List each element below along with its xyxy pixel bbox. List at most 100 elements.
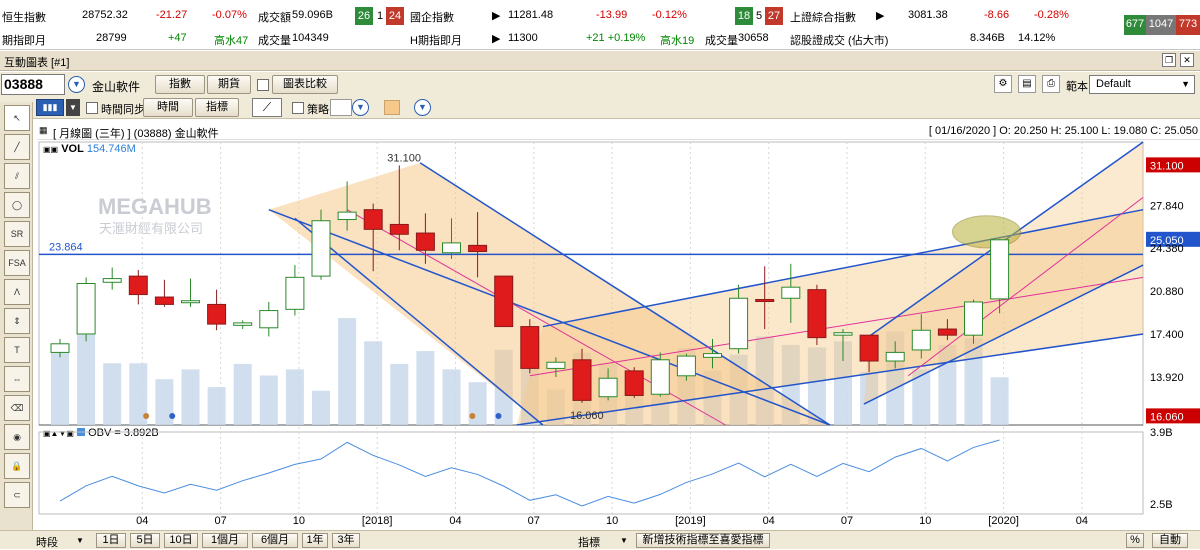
period-6m-button[interactable]: 6個月 <box>252 533 298 548</box>
advance-badge-2: 18 <box>735 7 753 25</box>
candle-body[interactable] <box>233 322 253 326</box>
percent-button[interactable]: % <box>1126 533 1144 548</box>
candle-body[interactable] <box>729 297 749 350</box>
compare-button[interactable]: 圖表比較 <box>272 75 338 94</box>
settings-icon[interactable]: ⚙ <box>994 75 1012 93</box>
ellipse-icon[interactable]: ◯ <box>4 192 30 218</box>
hline-label: 23.864 <box>49 241 83 253</box>
time-button[interactable]: 時間 <box>143 98 193 117</box>
candle-body[interactable] <box>703 353 722 358</box>
candle-body[interactable] <box>546 361 566 369</box>
event-marker[interactable] <box>469 413 476 419</box>
auto-scale-button[interactable]: 自動 <box>1152 533 1188 548</box>
candle-body[interactable] <box>755 298 775 302</box>
period-1m-button[interactable]: 1個月 <box>202 533 248 548</box>
candle-body[interactable] <box>494 275 514 328</box>
speed-resistance-icon[interactable]: SR <box>4 221 30 247</box>
lock-icon[interactable]: 🔒 <box>4 453 30 479</box>
period-5d-button[interactable]: 5日 <box>130 533 160 548</box>
line-chart-icon[interactable]: ⟋ <box>252 98 282 117</box>
chevron-down-icon-4[interactable]: ▼ <box>414 99 431 116</box>
candle-body[interactable] <box>468 244 488 253</box>
save-icon[interactable]: ▤ <box>1018 75 1036 93</box>
period-1d-button[interactable]: 1日 <box>96 533 126 548</box>
channel-icon[interactable]: ⇔ <box>4 366 30 392</box>
chart-area[interactable]: ▦ [ 月線圖 (三年) ] (03888) 金山軟件 [ 01/16/2020… <box>33 122 1200 530</box>
candle-body[interactable] <box>442 242 461 254</box>
candle-body[interactable] <box>76 283 96 335</box>
time-sync-label: 時間同步 <box>101 104 145 116</box>
candle-body[interactable] <box>207 303 227 325</box>
candle-body[interactable] <box>154 296 174 305</box>
candle-body[interactable] <box>311 220 331 277</box>
text-icon[interactable]: T <box>4 337 30 363</box>
h-futures-vol-label: 成交量 <box>705 35 738 47</box>
fill-color-swatch[interactable] <box>384 100 400 115</box>
pattern-icon[interactable]: Λ <box>4 279 30 305</box>
time-sync-checkbox[interactable] <box>86 102 98 114</box>
candle-body[interactable] <box>911 329 931 351</box>
chevron-down-icon[interactable]: ▼ <box>68 76 85 93</box>
candle-body[interactable] <box>833 332 853 336</box>
strategy-checkbox[interactable] <box>292 102 304 114</box>
cursor-icon[interactable]: ↖ <box>4 105 30 131</box>
restore-icon[interactable]: ❐ <box>1162 53 1176 67</box>
candle-body[interactable] <box>572 359 592 401</box>
hsi-label: 恒生指數 <box>2 12 46 24</box>
market-decline-badge: 773 <box>1176 15 1200 35</box>
candle-body[interactable] <box>598 377 618 398</box>
eraser-icon[interactable]: ⌫ <box>4 395 30 421</box>
candle-body[interactable] <box>807 289 827 339</box>
candle-body[interactable] <box>181 300 200 304</box>
candle-body[interactable] <box>990 239 1010 300</box>
period-10d-button[interactable]: 10日 <box>164 533 198 548</box>
event-marker[interactable] <box>143 413 150 419</box>
close-icon[interactable]: ✕ <box>1180 53 1194 67</box>
magnet-icon[interactable]: ⊂ <box>4 482 30 508</box>
compare-checkbox[interactable] <box>257 79 269 91</box>
indicator-button[interactable]: 指標 <box>195 98 239 117</box>
chevron-down-icon-3[interactable]: ▼ <box>352 99 369 116</box>
price-chart-svg[interactable]: 23.86431.10016.06031.10027.84025.05024.3… <box>33 122 1200 530</box>
template-select[interactable]: Default ▼ <box>1089 75 1195 94</box>
hsi-futures-vol: 104349 <box>292 32 329 44</box>
candle-body[interactable] <box>676 355 696 377</box>
candle-body[interactable] <box>50 343 70 353</box>
candle-body[interactable] <box>128 275 148 296</box>
candle-body[interactable] <box>624 370 644 396</box>
parallel-line-icon[interactable]: ⫽ <box>4 163 30 189</box>
bar-style-icon[interactable]: ▮▮▮ <box>36 99 64 116</box>
candle-body[interactable] <box>102 278 122 283</box>
candle-body[interactable] <box>885 351 905 362</box>
dropdown-arrow-icon-2[interactable]: ▼ <box>76 536 84 545</box>
index-button[interactable]: 指數 <box>155 75 205 94</box>
strategy-select[interactable] <box>330 99 352 116</box>
candle-body[interactable] <box>520 326 540 369</box>
fibonacci-fan-icon[interactable]: FSA <box>4 250 30 276</box>
candle-body[interactable] <box>859 334 879 362</box>
candle-body[interactable] <box>259 310 279 329</box>
candle-body[interactable] <box>650 359 670 395</box>
period-1y-button[interactable]: 1年 <box>302 533 328 548</box>
candle-body[interactable] <box>964 301 983 336</box>
candle-body[interactable] <box>415 232 435 251</box>
event-marker[interactable] <box>169 413 176 419</box>
futures-button[interactable]: 期貨 <box>207 75 251 94</box>
candle-body[interactable] <box>937 328 957 336</box>
eye-icon[interactable]: ◉ <box>4 424 30 450</box>
print-icon[interactable]: ⎙ <box>1042 75 1060 93</box>
measure-icon[interactable]: ⇕ <box>4 308 30 334</box>
candle-body[interactable] <box>389 223 409 235</box>
event-marker[interactable] <box>495 413 502 419</box>
chevron-down-icon-2[interactable]: ▼ <box>66 99 80 116</box>
candle-body[interactable] <box>337 211 357 221</box>
dropdown-arrow-icon-3[interactable]: ▼ <box>620 536 628 545</box>
add-favourite-indicator-button[interactable]: 新增技術指標至喜愛指標 <box>636 533 770 548</box>
trendline-icon[interactable]: ╱ <box>4 134 30 160</box>
candle-body[interactable] <box>285 276 305 310</box>
candle-body[interactable] <box>363 209 383 230</box>
stock-code-input[interactable]: 03888 <box>1 74 65 95</box>
candle-body[interactable] <box>781 286 801 299</box>
period-3y-button[interactable]: 3年 <box>332 533 360 548</box>
drawing-tools-panel: ↖ ╱ ⫽ ◯ SR FSA Λ ⇕ T ⇔ ⌫ ◉ 🔒 ⊂ <box>0 102 33 530</box>
